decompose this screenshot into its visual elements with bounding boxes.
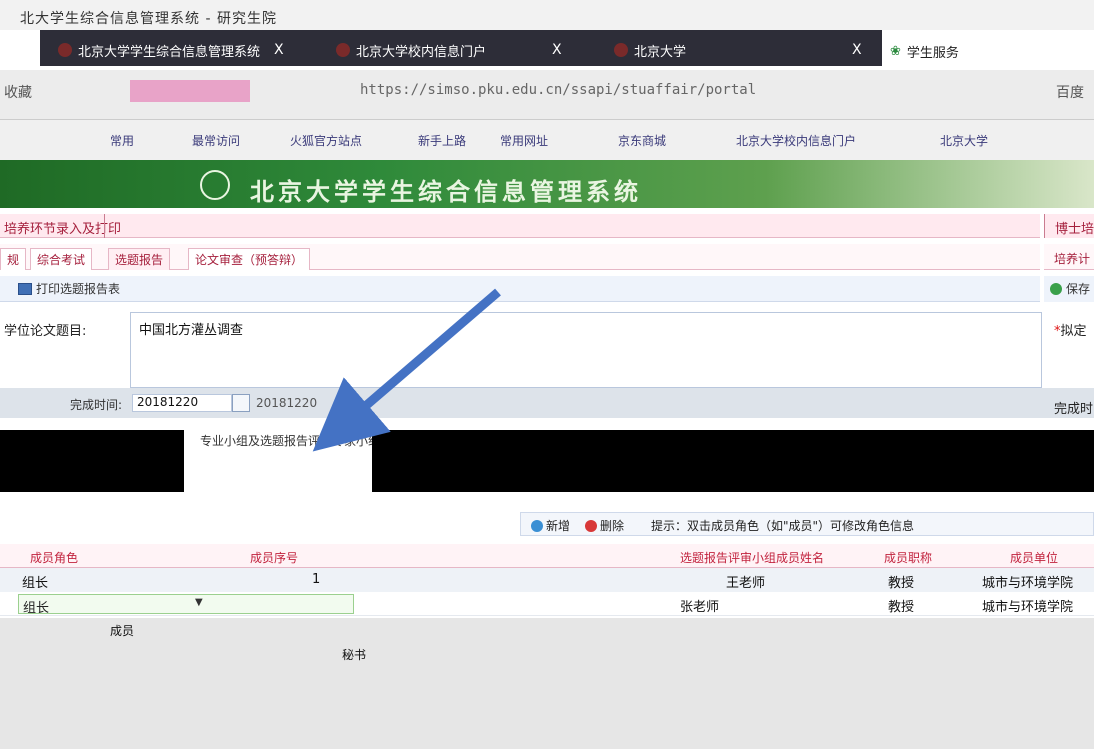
col-header-name[interactable]: 选题报告评审小组成员姓名 bbox=[680, 549, 824, 566]
bookmark-item[interactable]: 常用网址 bbox=[500, 132, 548, 149]
cell-unit: 城市与环境学院 bbox=[982, 600, 1074, 615]
url-field[interactable]: https://simso.pku.edu.cn/ssapi/stuaffair… bbox=[360, 82, 756, 98]
print-proposal-button[interactable]: 打印选题报告表 bbox=[18, 280, 120, 297]
close-icon[interactable]: X bbox=[852, 42, 862, 58]
right-required-label: *拟定 bbox=[1054, 320, 1087, 339]
search-engine-label[interactable]: 百度 bbox=[1056, 82, 1084, 102]
add-member-button[interactable]: 新增 bbox=[531, 517, 570, 534]
address-bar: 收藏 https://simso.pku.edu.cn/ssapi/stuaff… bbox=[0, 70, 1094, 120]
col-header-unit[interactable]: 成员单位 bbox=[1010, 549, 1058, 566]
tab-label: 北京大学 bbox=[634, 44, 687, 60]
right-subtab[interactable]: 培养计 bbox=[1054, 250, 1090, 267]
right-date-label: 完成时 bbox=[1054, 402, 1094, 417]
redaction-block bbox=[0, 430, 184, 492]
calendar-icon[interactable] bbox=[232, 394, 250, 412]
role-dropdown-list: 成员 秘书 bbox=[0, 618, 1094, 749]
subtab-thesis-review[interactable]: 论文审查（预答辩） bbox=[188, 248, 311, 270]
right-panel-title[interactable]: 博士培 bbox=[1055, 218, 1094, 237]
save-label: 保存 bbox=[1066, 282, 1091, 296]
add-label: 新增 bbox=[546, 519, 571, 533]
date-echo-text: 20181220 bbox=[256, 396, 318, 410]
print-label: 打印选题报告表 bbox=[36, 282, 121, 296]
right-toolbar: 保存 bbox=[1044, 276, 1094, 302]
tab-portal[interactable]: 北京大学校内信息门户 X bbox=[336, 40, 562, 60]
tab-divider bbox=[104, 214, 105, 238]
window-title: 北大学生综合信息管理系统 - 研究生院 bbox=[20, 11, 277, 27]
window-title-bar: 北大学生综合信息管理系统 - 研究生院 bbox=[0, 0, 1094, 30]
bookmark-item[interactable]: 火狐官方站点 bbox=[290, 132, 362, 149]
col-header-role[interactable]: 成员角色 bbox=[30, 549, 78, 566]
cell-title: 教授 bbox=[888, 576, 915, 591]
subtab-plan[interactable]: 规 bbox=[0, 248, 27, 270]
delete-icon bbox=[585, 519, 597, 532]
bookmark-item[interactable]: 北京大学校内信息门户 bbox=[736, 132, 856, 149]
pku-logo-icon bbox=[200, 170, 230, 200]
cell-seq: 1 bbox=[312, 572, 321, 587]
col-header-title[interactable]: 成员职称 bbox=[884, 549, 932, 566]
subtab-proposal-report[interactable]: 选题报告 bbox=[108, 248, 171, 270]
cell-title: 教授 bbox=[888, 600, 915, 615]
role-select[interactable]: 组长 ▼ bbox=[18, 594, 354, 616]
browser-tab-bar: 北京大学学生综合信息管理系统 X 北京大学校内信息门户 X 北京大学 X ❀ 学… bbox=[0, 30, 1094, 70]
highlight-mark bbox=[130, 80, 250, 102]
grid-hint: 提示：双击成员角色（如"成员"）可修改角色信息 bbox=[651, 519, 915, 533]
dropdown-option[interactable]: 秘书 bbox=[342, 646, 366, 663]
dropdown-option[interactable]: 成员 bbox=[110, 622, 134, 639]
bookmark-item[interactable]: 京东商城 bbox=[618, 132, 666, 149]
right-panel-header: 博士培 bbox=[1044, 214, 1094, 238]
banner-title: 北京大学学生综合信息管理系统 bbox=[250, 178, 642, 206]
panel-header: 培养环节录入及打印 bbox=[0, 214, 1040, 238]
col-header-seq[interactable]: 成员序号 bbox=[250, 549, 298, 566]
bookmarks-bar: 常用 最常访问 火狐官方站点 新手上路 常用网址 京东商城 北京大学校内信息门户… bbox=[0, 120, 1094, 160]
date-label: 完成时间: bbox=[70, 398, 123, 412]
committee-grid-toolbar: 新增 删除 提示：双击成员角色（如"成员"）可修改角色信息 bbox=[520, 512, 1094, 536]
tab-label: 北京大学学生综合信息管理系统 bbox=[78, 44, 261, 60]
chevron-down-icon[interactable]: ▼ bbox=[195, 597, 203, 608]
right-subtab-bar: 培养计 bbox=[1044, 244, 1094, 270]
right-label-text: 拟定 bbox=[1060, 324, 1087, 339]
subtab-comprehensive-exam[interactable]: 综合考试 bbox=[30, 248, 93, 270]
print-icon bbox=[18, 282, 32, 295]
save-icon bbox=[1050, 282, 1062, 295]
pku-favicon-icon bbox=[614, 43, 628, 57]
addr-left-text: 收藏 bbox=[4, 85, 32, 101]
tab-pku[interactable]: 北京大学 X bbox=[614, 40, 862, 60]
main-content: 培养环节录入及打印 博士培 规 综合考试 选题报告 论文审查（预答辩） 培养计 … bbox=[0, 208, 1094, 749]
student-service-favicon-icon: ❀ bbox=[890, 44, 901, 59]
thesis-title-value: 中国北方灌丛调查 bbox=[139, 323, 244, 338]
close-icon[interactable]: X bbox=[274, 42, 284, 58]
cell-unit: 城市与环境学院 bbox=[982, 576, 1074, 591]
bookmark-item[interactable]: 最常访问 bbox=[192, 132, 240, 149]
committee-grid-header: 成员角色 成员序号 选题报告评审小组成员姓名 成员职称 成员单位 bbox=[0, 544, 1094, 568]
pku-favicon-icon bbox=[336, 43, 350, 57]
cell-role[interactable]: 组长 bbox=[22, 572, 48, 591]
tab-student-service[interactable]: ❀ 学生服务 bbox=[890, 42, 959, 61]
save-button[interactable]: 保存 bbox=[1050, 280, 1090, 297]
thesis-title-label: 学位论文题目: bbox=[4, 324, 87, 339]
date-field[interactable]: 20181220 bbox=[132, 394, 232, 412]
site-banner: 北京大学学生综合信息管理系统 bbox=[0, 160, 1094, 208]
role-select-value: 组长 bbox=[23, 601, 50, 616]
delete-label: 删除 bbox=[600, 519, 625, 533]
add-icon bbox=[531, 519, 543, 532]
bookmark-item[interactable]: 新手上路 bbox=[418, 132, 466, 149]
table-row[interactable]: 组长 1 王老师 教授 城市与环境学院 bbox=[0, 568, 1094, 592]
bookmark-item[interactable]: 北京大学 bbox=[940, 132, 988, 149]
close-icon[interactable]: X bbox=[552, 42, 562, 58]
cell-name: 张老师 bbox=[680, 600, 720, 615]
tab-label: 学生服务 bbox=[906, 46, 959, 61]
cell-name: 王老师 bbox=[726, 576, 766, 591]
bookmark-item[interactable]: 常用 bbox=[110, 132, 134, 149]
redaction-block bbox=[372, 430, 1094, 492]
delete-member-button[interactable]: 删除 bbox=[585, 517, 624, 534]
tab-student-system[interactable]: 北京大学学生综合信息管理系统 X bbox=[58, 40, 284, 60]
form-toolbar: 打印选题报告表 bbox=[0, 276, 1040, 302]
thesis-title-field[interactable]: 中国北方灌丛调查 bbox=[130, 312, 1042, 388]
tab-label: 北京大学校内信息门户 bbox=[356, 44, 487, 60]
pku-favicon-icon bbox=[58, 43, 72, 57]
subtab-bar: 规 综合考试 选题报告 论文审查（预答辩） bbox=[0, 244, 1040, 270]
